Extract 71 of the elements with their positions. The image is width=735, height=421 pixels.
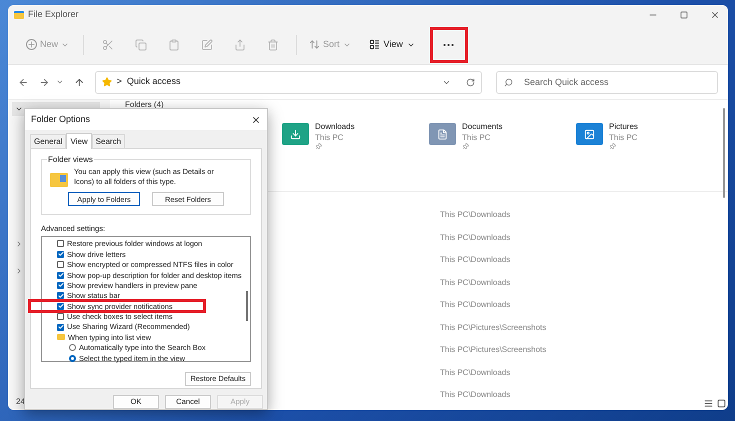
- checkbox[interactable]: [57, 302, 64, 310]
- folder-icon: [576, 123, 603, 145]
- item-count: 24: [15, 396, 26, 408]
- file-location: This PC\Downloads: [440, 232, 510, 244]
- details-view-icon[interactable]: [704, 399, 713, 408]
- folder-location: This PC: [315, 132, 344, 143]
- star-icon: [102, 77, 112, 87]
- tiles-view-icon[interactable]: [717, 399, 726, 408]
- back-icon[interactable]: [18, 76, 29, 88]
- file-location: This PC\Downloads: [440, 366, 510, 379]
- file-location: This PC\Downloads: [440, 276, 510, 289]
- address-field[interactable]: > Quick access: [94, 70, 482, 94]
- tab[interactable]: View: [66, 133, 92, 150]
- pin-icon: [314, 142, 324, 152]
- checkbox[interactable]: [57, 313, 64, 320]
- pin-icon: [608, 142, 618, 152]
- checkbox[interactable]: [57, 272, 64, 279]
- file-location: This PC\Downloads: [440, 299, 510, 312]
- folder-name[interactable]: Downloads: [315, 121, 355, 132]
- expand-icon[interactable]: [15, 240, 23, 248]
- maximize-icon[interactable]: [680, 11, 688, 19]
- checkbox[interactable]: [57, 324, 64, 331]
- expand-icon[interactable]: [15, 105, 23, 113]
- forward-icon[interactable]: [38, 76, 50, 88]
- scrollbar-thumb[interactable]: [723, 108, 725, 198]
- checkbox[interactable]: [57, 261, 64, 268]
- search-field[interactable]: Search Quick access: [496, 70, 718, 94]
- window-title: File Explorer: [28, 8, 79, 22]
- pin-icon: [460, 142, 470, 152]
- more-options-button[interactable]: ···: [432, 32, 465, 58]
- dialog-title: Folder Options: [31, 112, 90, 126]
- refresh-icon[interactable]: [466, 78, 475, 86]
- file-location: This PC\Downloads: [440, 389, 510, 402]
- radio-button[interactable]: [69, 354, 76, 362]
- folder-icon: [57, 334, 65, 340]
- copy-icon: [134, 38, 147, 50]
- folder-icon: [282, 123, 309, 145]
- file-location: This PC\Downloads: [440, 254, 510, 266]
- folder-icon: [429, 123, 456, 145]
- folder-view-icon: [50, 173, 68, 188]
- close-icon[interactable]: [710, 10, 720, 20]
- folder-name[interactable]: Pictures: [609, 121, 638, 132]
- expand-icon[interactable]: [15, 267, 23, 275]
- section-heading: Folders (4): [124, 100, 164, 109]
- file-location: This PC\Downloads: [440, 209, 510, 222]
- share-icon: [234, 38, 246, 50]
- path-separator: >: [116, 75, 122, 88]
- checkbox[interactable]: [57, 240, 64, 248]
- sort-icon: [309, 39, 320, 50]
- delete-icon: [266, 38, 279, 50]
- recent-locations-icon[interactable]: [56, 78, 64, 86]
- address-location: Quick access: [126, 75, 180, 88]
- tab[interactable]: Search: [92, 134, 126, 148]
- folder-location: This PC: [609, 132, 638, 143]
- folder-location: This PC: [462, 132, 492, 143]
- tab[interactable]: General: [30, 134, 66, 148]
- file-location: This PC\Pictures\Screenshots: [440, 344, 546, 356]
- close-icon[interactable]: [251, 114, 261, 125]
- view-button[interactable]: View: [362, 32, 421, 56]
- file-location: This PC\Pictures\Screenshots: [440, 322, 546, 334]
- rename-icon: [200, 38, 213, 50]
- up-icon[interactable]: [74, 76, 85, 88]
- folder-name[interactable]: Documents: [462, 121, 502, 132]
- folder-icon: [14, 11, 24, 19]
- paste-icon: [168, 38, 180, 50]
- search-icon: [504, 78, 513, 86]
- scrollbar-thumb[interactable]: [246, 290, 248, 321]
- radio-button[interactable]: [69, 344, 76, 352]
- cut-icon: [102, 38, 114, 50]
- list-icon: [368, 39, 380, 50]
- plus-icon: [26, 39, 37, 50]
